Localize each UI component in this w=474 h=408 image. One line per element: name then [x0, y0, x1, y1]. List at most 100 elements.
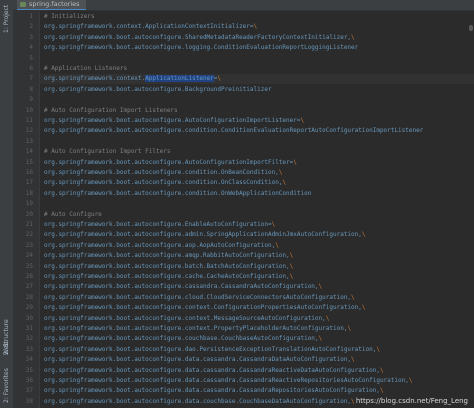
line-number: 34: [25, 356, 33, 364]
code-editor[interactable]: # Initializers org.springframework.contex…: [40, 11, 474, 408]
code-token: org.springframework.boot.autoconfigure.a…: [44, 231, 362, 239]
line-number: 20: [25, 210, 33, 218]
line-number: 29: [25, 304, 33, 312]
project-tool-tab[interactable]: 1: Project: [0, 2, 13, 36]
code-token: org.springframework.boot.autoconfigure.l…: [44, 44, 359, 52]
code-token: org.springframework.boot.autoconfigure.c…: [44, 335, 319, 343]
code-line: org.springframework.boot.autoconfigure.d…: [44, 355, 355, 365]
code-token: org.springframework.boot.autoconfigure.d…: [44, 377, 409, 384]
scrollbar-thumb[interactable]: [469, 25, 473, 31]
line-number: 38: [25, 397, 33, 405]
line-continuation: \: [278, 169, 283, 176]
line-number: 15: [25, 158, 33, 166]
line-number: 28: [25, 293, 33, 301]
code-token: org.springframework.boot.autoconfigure.a…: [44, 252, 290, 260]
line-number: 24: [25, 252, 33, 260]
line-continuation: \: [351, 293, 355, 301]
code-line: org.springframework.context.ApplicationL…: [44, 74, 221, 84]
code-comment: # Auto Configuration Import Listeners: [44, 106, 178, 114]
editor-tab-bar: spring.factories: [13, 0, 474, 11]
code-token: org.springframework.boot.autoconfigure.A…: [44, 158, 294, 166]
line-continuation: \: [300, 117, 305, 124]
code-token: org.springframework.boot.autoconfigure.d…: [44, 387, 380, 395]
code-line: org.springframework.boot.autoconfigure.d…: [44, 366, 384, 376]
code-line: # Application Listeners: [44, 64, 127, 74]
code-line: org.springframework.context.ApplicationC…: [44, 22, 257, 32]
code-line: org.springframework.boot.autoconfigure.a…: [44, 230, 366, 240]
line-continuation: \: [289, 252, 294, 260]
code-line: org.springframework.boot.autoconfigure.c…: [44, 272, 293, 282]
code-token: org.springframework.boot.autoconfigure.c…: [44, 273, 290, 280]
line-number: 3: [29, 33, 33, 41]
code-token: org.springframework.boot.autoconfigure.d…: [44, 356, 352, 364]
code-token: org.springframework.boot.autoconfigure.c…: [44, 314, 326, 322]
code-token: org.springframework.boot.autoconfigure.c…: [44, 179, 283, 187]
code-line: org.springframework.boot.autoconfigure.l…: [44, 43, 358, 53]
code-comment: # Auto Configure: [44, 210, 102, 218]
code-line: org.springframework.boot.autoconfigure.A…: [44, 158, 297, 168]
code-line: # Auto Configuration Import Filters: [44, 147, 170, 157]
code-token: org.springframework.context.ApplicationC…: [44, 23, 254, 31]
line-number: 23: [25, 241, 33, 249]
line-number: 12: [25, 127, 33, 135]
line-continuation: \: [293, 158, 297, 166]
code-line: org.springframework.boot.autoconfigure.S…: [44, 33, 355, 43]
line-number: 4: [29, 44, 33, 52]
code-token: org.springframework.boot.autoconfigure.c…: [44, 293, 352, 301]
code-line: # Auto Configuration Import Listeners: [44, 106, 178, 116]
code-token: org.springframework.boot.autoconfigure.A…: [44, 117, 301, 124]
code-line: org.springframework.boot.autoconfigure.d…: [44, 386, 384, 396]
line-number: 17: [25, 179, 33, 187]
code-line: org.springframework.boot.autoconfigure.b…: [44, 262, 293, 272]
code-line: org.springframework.boot.autoconfigure.c…: [44, 282, 322, 292]
line-continuation: \: [253, 23, 258, 31]
line-continuation: \: [376, 345, 380, 353]
code-token: org.springframework.boot.autoconfigure.a…: [44, 241, 276, 249]
line-number: 10: [25, 106, 33, 114]
line-continuation: \: [289, 262, 294, 270]
code-line: org.springframework.boot.autoconfigure.c…: [44, 303, 366, 313]
code-comment: # Auto Configuration Import Filters: [44, 148, 171, 156]
code-token: org.springframework.boot.autoconfigure.c…: [44, 283, 319, 291]
code-token: org.springframework.boot.autoconfigure.d…: [44, 366, 380, 374]
line-continuation: \: [351, 33, 355, 41]
code-token: org.springframework.boot.autoconfigure.c…: [44, 127, 424, 135]
code-line: org.springframework.boot.autoconfigure.c…: [44, 324, 351, 334]
line-number: 6: [29, 65, 33, 72]
line-number: 33: [25, 345, 33, 353]
line-continuation: \: [379, 366, 384, 374]
tab-spring-factories[interactable]: spring.factories: [17, 0, 86, 10]
line-continuation: \: [275, 241, 279, 249]
code-line: org.springframework.boot.autoconfigure.c…: [44, 293, 355, 303]
code-token: org.springframework.boot.autoconfigure.B…: [44, 85, 272, 93]
code-line: org.springframework.boot.autoconfigure.d…: [44, 397, 355, 407]
line-number: 30: [25, 314, 33, 322]
properties-file-icon: [20, 2, 26, 7]
line-continuation: \: [282, 179, 287, 187]
line-continuation: \: [408, 377, 413, 384]
code-line: org.springframework.boot.autoconfigure.E…: [44, 220, 275, 230]
code-line: org.springframework.boot.autoconfigure.c…: [44, 334, 322, 344]
code-line: org.springframework.boot.autoconfigure.B…: [44, 85, 272, 95]
code-line: org.springframework.boot.autoconfigure.a…: [44, 251, 293, 261]
line-number: 11: [25, 117, 33, 124]
web-tool-tab[interactable]: Web: [0, 338, 13, 358]
code-token: ApplicationListener: [145, 75, 214, 83]
line-continuation: \: [351, 397, 355, 405]
line-number: 14: [25, 148, 33, 156]
line-continuation: \: [318, 283, 323, 291]
code-line: org.springframework.boot.autoconfigure.c…: [44, 189, 311, 199]
line-continuation: \: [318, 335, 323, 343]
line-number: 35: [25, 366, 33, 374]
line-number: 22: [25, 231, 33, 239]
code-line: org.springframework.boot.autoconfigure.a…: [44, 241, 279, 251]
code-token: org.springframework.boot.autoconfigure.c…: [44, 304, 362, 312]
line-continuation: \: [361, 231, 366, 239]
line-continuation: \: [379, 387, 384, 395]
code-line: org.springframework.boot.autoconfigure.c…: [44, 168, 282, 178]
line-continuation: \: [351, 356, 355, 364]
line-number: 37: [25, 387, 33, 395]
code-token: org.springframework.boot.autoconfigure.c…: [44, 325, 348, 332]
favorites-tool-tab[interactable]: 2: Favorites: [0, 366, 13, 406]
line-number: 1: [29, 13, 33, 20]
